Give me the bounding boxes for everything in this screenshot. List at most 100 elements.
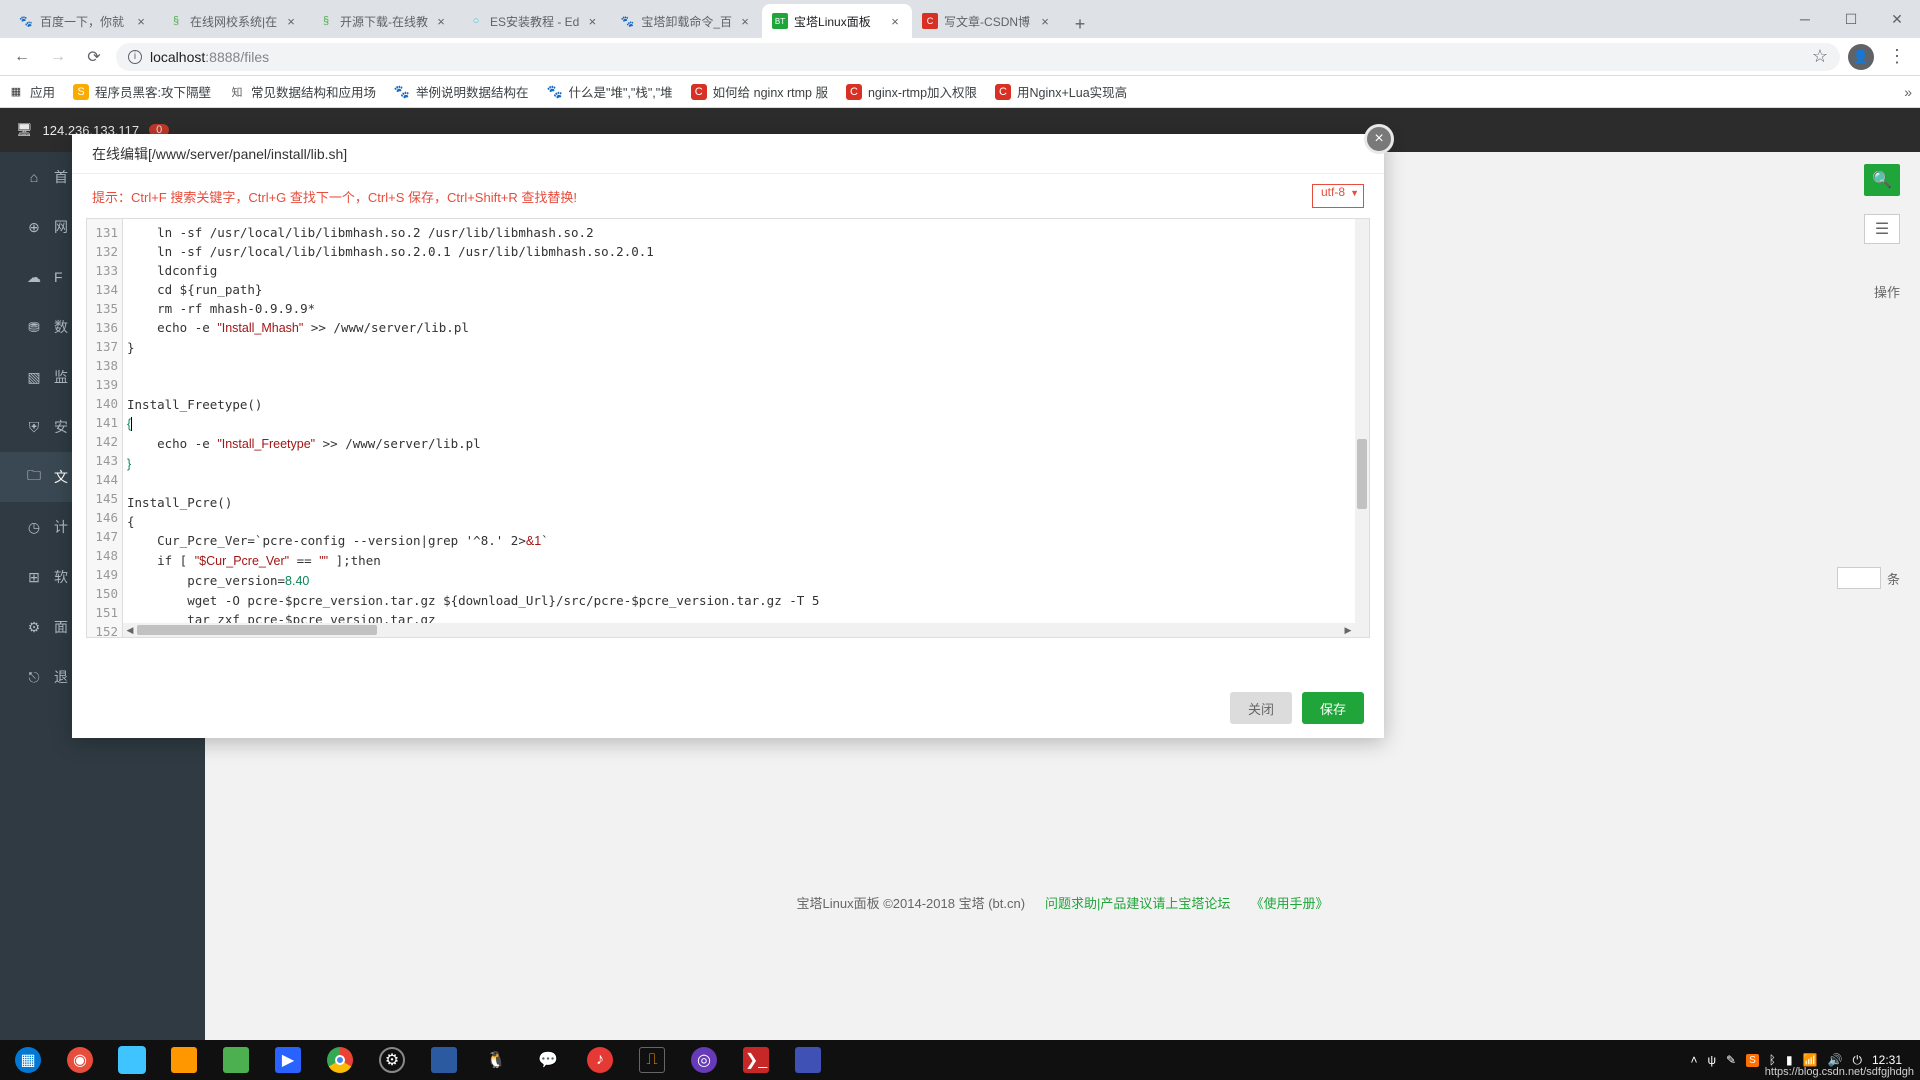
- task-icon[interactable]: ♪: [580, 1040, 620, 1080]
- task-icon[interactable]: ◉: [60, 1040, 100, 1080]
- apps-grid-icon: ▦: [8, 84, 24, 100]
- bookmark-item[interactable]: Cnginx-rtmp加入权限: [846, 82, 977, 101]
- task-icon[interactable]: 💬: [528, 1040, 568, 1080]
- pen-icon[interactable]: ✎: [1726, 1053, 1736, 1067]
- bookmark-item[interactable]: C如何给 nginx rtmp 服: [691, 82, 828, 101]
- address-bar[interactable]: i localhost:8888/files ☆: [116, 43, 1840, 71]
- task-icon[interactable]: 🐧: [476, 1040, 516, 1080]
- tab-school[interactable]: §在线网校系统|在×: [158, 4, 308, 38]
- favicon: ○: [468, 13, 484, 29]
- task-icon[interactable]: ❯_: [736, 1040, 776, 1080]
- footer-manual-link[interactable]: 《使用手册》: [1250, 893, 1328, 912]
- maximize-button[interactable]: ☐: [1828, 0, 1874, 38]
- site-info-icon[interactable]: i: [128, 50, 142, 64]
- task-icon[interactable]: [112, 1040, 152, 1080]
- task-icon[interactable]: ▶: [268, 1040, 308, 1080]
- tab-baidu[interactable]: 🐾百度一下，你就×: [8, 4, 158, 38]
- footer-forum-link[interactable]: 问题求助|产品建议请上宝塔论坛: [1045, 893, 1230, 912]
- bookmark-item[interactable]: S程序员黑客:攻下隔壁: [73, 82, 211, 101]
- tab-bt-uninstall[interactable]: 🐾宝塔卸载命令_百×: [609, 4, 762, 38]
- sidebar-label: 数: [54, 317, 68, 337]
- bookmark-label: 用Nginx+Lua实现高: [1017, 82, 1127, 101]
- tab-download[interactable]: §开源下载-在线教×: [308, 4, 458, 38]
- favicon: §: [168, 13, 184, 29]
- close-button[interactable]: 关闭: [1230, 692, 1292, 724]
- gear-icon: ⚙: [26, 619, 42, 636]
- sidebar-label: 软: [54, 567, 68, 587]
- vertical-scrollbar[interactable]: [1355, 219, 1369, 637]
- reload-button[interactable]: ⟳: [80, 43, 108, 71]
- close-icon[interactable]: ×: [284, 14, 298, 28]
- usb-icon[interactable]: ψ: [1707, 1053, 1716, 1067]
- minimize-button[interactable]: ─: [1782, 0, 1828, 38]
- chrome-menu-icon[interactable]: ⋮: [1882, 46, 1912, 67]
- task-icon[interactable]: ⚙: [372, 1040, 412, 1080]
- back-button[interactable]: ←: [8, 43, 36, 71]
- modal-buttons: 关闭 保存: [1230, 692, 1364, 724]
- bookmark-star-icon[interactable]: ☆: [1812, 46, 1828, 67]
- favicon-csdn: C: [922, 13, 938, 29]
- task-icon[interactable]: ◎: [684, 1040, 724, 1080]
- bluetooth-icon[interactable]: ᛒ: [1769, 1053, 1776, 1067]
- editor-modal: × 在线编辑[/www/server/panel/install/lib.sh]…: [72, 134, 1384, 738]
- tab-csdn[interactable]: C 写文章-CSDN博 ×: [912, 4, 1062, 38]
- page-count-input[interactable]: [1837, 567, 1881, 589]
- battery-icon[interactable]: ▮: [1786, 1053, 1793, 1067]
- close-icon[interactable]: ×: [738, 14, 752, 28]
- search-button[interactable]: 🔍: [1864, 164, 1900, 196]
- code-area[interactable]: ln -sf /usr/local/lib/libmhash.so.2 /usr…: [123, 219, 1369, 637]
- exit-icon: ⎋: [26, 669, 42, 686]
- os-taskbar: ▦ ◉ ▶ ⚙ 🐧 💬 ♪ ⎍ ◎ ❯_ ˄ ψ ✎ S ᛒ ▮ 📶 🔊 ⏻ 1…: [0, 1040, 1920, 1080]
- bookmark-item[interactable]: 知常见数据结构和应用场: [229, 82, 376, 101]
- bookmark-item[interactable]: C用Nginx+Lua实现高: [995, 82, 1127, 101]
- modal-close-button[interactable]: ×: [1364, 124, 1394, 154]
- tab-title: 写文章-CSDN博: [944, 13, 1032, 30]
- modal-tip: 提示：Ctrl+F 搜索关键字，Ctrl+G 查找下一个，Ctrl+S 保存，C…: [92, 187, 577, 206]
- url-host: localhost: [150, 49, 205, 65]
- close-icon[interactable]: ×: [434, 14, 448, 28]
- scroll-thumb[interactable]: [1357, 439, 1367, 509]
- forward-button[interactable]: →: [44, 43, 72, 71]
- tab-title: 宝塔Linux面板: [794, 13, 882, 30]
- volume-icon[interactable]: 🔊: [1828, 1053, 1843, 1067]
- bookmarks-overflow-icon[interactable]: »: [1904, 84, 1912, 100]
- task-icon[interactable]: ⎍: [632, 1040, 672, 1080]
- tab-bt-panel[interactable]: BT宝塔Linux面板×: [762, 4, 912, 38]
- favicon-baidu: 🐾: [18, 13, 34, 29]
- horizontal-scrollbar[interactable]: ◀ ▶: [123, 623, 1355, 637]
- browser-tab-strip: 🐾百度一下，你就× §在线网校系统|在× §开源下载-在线教× ○ES安装教程 …: [0, 0, 1920, 38]
- new-tab-button[interactable]: +: [1066, 10, 1094, 38]
- close-icon[interactable]: ×: [585, 14, 599, 28]
- save-button[interactable]: 保存: [1302, 692, 1364, 724]
- sidebar-label: 网: [54, 217, 68, 237]
- close-icon[interactable]: ×: [1038, 14, 1052, 28]
- task-icon[interactable]: [788, 1040, 828, 1080]
- close-window-button[interactable]: ✕: [1874, 0, 1920, 38]
- apps-button[interactable]: ▦应用: [8, 82, 55, 101]
- clock[interactable]: 12:31: [1872, 1053, 1902, 1067]
- footer-copyright: 宝塔Linux面板 ©2014-2018 宝塔 (bt.cn): [797, 893, 1026, 912]
- start-button[interactable]: ▦: [8, 1040, 48, 1080]
- task-icon[interactable]: [164, 1040, 204, 1080]
- bookmark-item[interactable]: 🐾什么是"堆","栈","堆: [547, 82, 673, 101]
- close-icon[interactable]: ×: [888, 14, 902, 28]
- scroll-left-icon[interactable]: ◀: [123, 623, 137, 637]
- task-icon[interactable]: [424, 1040, 464, 1080]
- tab-es[interactable]: ○ES安装教程 - Ed×: [458, 4, 609, 38]
- close-icon[interactable]: ×: [134, 14, 148, 28]
- task-icon[interactable]: [216, 1040, 256, 1080]
- scroll-thumb[interactable]: [137, 625, 377, 635]
- ime-icon[interactable]: S: [1746, 1054, 1759, 1067]
- encoding-select[interactable]: utf-8: [1312, 184, 1364, 208]
- chrome-taskbar-icon[interactable]: [320, 1040, 360, 1080]
- scroll-right-icon[interactable]: ▶: [1341, 623, 1355, 637]
- sidebar-label: 退: [54, 667, 68, 687]
- view-toggle-button[interactable]: ☰: [1864, 214, 1900, 244]
- bookmark-favicon: 知: [229, 84, 245, 100]
- tray-chevron-icon[interactable]: ˄: [1690, 1053, 1697, 1067]
- profile-avatar-icon[interactable]: 👤: [1848, 44, 1874, 70]
- monitor-icon: 🖥: [16, 122, 33, 138]
- bookmark-item[interactable]: 🐾举例说明数据结构在: [394, 82, 529, 101]
- wifi-icon[interactable]: 📶: [1803, 1053, 1818, 1067]
- chart-icon: ▧: [26, 369, 42, 386]
